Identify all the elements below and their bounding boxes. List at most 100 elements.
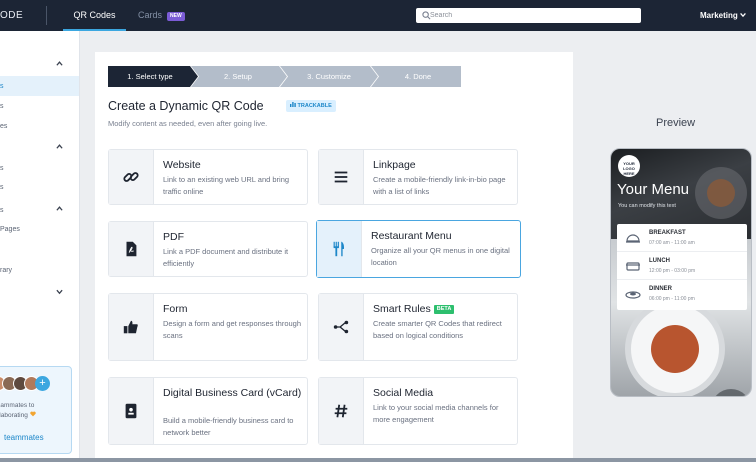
- sidebar-item[interactable]: Pages: [0, 226, 20, 233]
- tile-title: Linkpage: [373, 159, 416, 171]
- tile-linkpage[interactable]: Linkpage Create a mobile-friendly link-i…: [318, 149, 518, 205]
- menu-subtitle: You can modify this text: [618, 203, 676, 209]
- sidebar-item[interactable]: s: [0, 207, 4, 214]
- food-shape: [651, 325, 699, 373]
- tile-icon-box: [319, 150, 364, 204]
- dish-icon: [626, 262, 640, 271]
- step-customize[interactable]: 3. Customize: [284, 66, 374, 87]
- step-select-type[interactable]: 1. Select type: [108, 66, 192, 87]
- sidebar-item[interactable]: rary: [0, 267, 12, 274]
- tile-description: Link to your social media channels for m…: [373, 403, 499, 424]
- menu-list: BREAKFAST 07:00 am - 11:00 am LUNCH 12:0…: [617, 224, 747, 310]
- menu-item-breakfast[interactable]: BREAKFAST 07:00 am - 11:00 am: [617, 224, 747, 252]
- meal-name: BREAKFAST: [649, 230, 686, 236]
- tile-icon-box: [317, 221, 362, 277]
- page-subtitle: Modify content as needed, even after goi…: [108, 119, 268, 128]
- link-icon: [123, 172, 139, 182]
- tile-description: Create smarter QR Codes that redirect ba…: [373, 319, 502, 340]
- glass-shape: [711, 389, 751, 396]
- sidebar-item[interactable]: s: [0, 103, 4, 110]
- dish-icon: [626, 234, 640, 243]
- step-done[interactable]: 4. Done: [375, 66, 461, 87]
- sidebar-item-active[interactable]: [0, 76, 79, 96]
- bottom-edge: [0, 458, 756, 462]
- tile-pdf[interactable]: PDF Link a PDF document and distribute i…: [108, 221, 308, 277]
- tile-title: Restaurant Menu: [371, 230, 452, 242]
- chevron-up-icon[interactable]: [55, 143, 64, 150]
- nav-cards[interactable]: Cards: [138, 10, 162, 20]
- tile-icon-box: [319, 294, 364, 360]
- invite-teammates-card: + r teammates to collaborating teammates: [0, 366, 72, 454]
- step-setup[interactable]: 2. Setup: [194, 66, 282, 87]
- id-card-icon: [125, 403, 137, 419]
- create-qr-panel: 1. Select type 2. Setup 3. Customize 4. …: [95, 52, 573, 462]
- invite-description: r teammates to collaborating: [0, 401, 71, 421]
- food-shape: [707, 179, 735, 207]
- branch-icon: [333, 320, 349, 334]
- tile-title: Social Media: [373, 387, 434, 399]
- beta-badge: BETA: [433, 305, 455, 314]
- sidebar-item[interactable]: s: [0, 165, 4, 172]
- tile-title-text: Smart Rules: [373, 303, 431, 315]
- invite-line: r teammates to: [0, 402, 35, 409]
- trackable-badge: TRACKABLE: [286, 100, 336, 112]
- tile-description: Organize all your QR menus in one digita…: [371, 246, 510, 267]
- meal-time: 07:00 am - 11:00 am: [649, 240, 695, 246]
- tile-title: PDF: [163, 231, 184, 243]
- tile-icon-box: [109, 378, 154, 444]
- search-input[interactable]: [430, 8, 630, 23]
- pdf-icon: [126, 241, 137, 257]
- new-badge: NEW: [167, 12, 185, 21]
- tile-icon-box: [109, 294, 154, 360]
- dish-icon: [625, 291, 641, 299]
- tile-description: Design a form and get responses through …: [163, 319, 301, 340]
- invite-teammates-link[interactable]: teammates: [4, 433, 44, 442]
- search-box[interactable]: [416, 8, 641, 23]
- add-teammate-button[interactable]: +: [35, 376, 50, 391]
- menu-title: Your Menu: [617, 181, 689, 198]
- chevron-up-icon[interactable]: [55, 60, 64, 67]
- utensils-icon: [333, 241, 345, 257]
- tile-restaurant-menu[interactable]: Restaurant Menu Organize all your QR men…: [316, 220, 521, 278]
- preview-title: Preview: [656, 117, 696, 129]
- brand-logo[interactable]: ODE: [0, 10, 23, 21]
- tile-title: Smart Rules BETA: [373, 303, 455, 315]
- sidebar: s s es s s s Pages rary + r teammates to…: [0, 31, 80, 462]
- hashtag-icon: [334, 404, 348, 418]
- tile-vcard[interactable]: Digital Business Card (vCard) Build a mo…: [108, 377, 308, 445]
- tile-title: Form: [163, 303, 188, 315]
- meal-name: LUNCH: [649, 258, 670, 264]
- menu-item-dinner[interactable]: DINNER 06:00 pm - 11:00 pm: [617, 280, 747, 308]
- sidebar-item[interactable]: s: [0, 184, 4, 191]
- tile-website[interactable]: Website Link to an existing web URL and …: [108, 149, 308, 205]
- sidebar-item[interactable]: s: [0, 83, 4, 90]
- meal-name: DINNER: [649, 286, 673, 292]
- menu-item-lunch[interactable]: LUNCH 12:00 pm - 03:00 pm: [617, 252, 747, 280]
- workspace-selector[interactable]: Marketing: [700, 11, 738, 20]
- topbar-divider: [46, 6, 47, 25]
- tile-description: Create a mobile-friendly link-in-bio pag…: [373, 175, 506, 196]
- heart-icon: [29, 411, 36, 417]
- invite-line: collaborating: [0, 412, 28, 419]
- sidebar-item[interactable]: es: [0, 123, 7, 130]
- tile-description: Link to an existing web URL and bring tr…: [163, 175, 290, 196]
- chevron-up-icon[interactable]: [55, 205, 64, 212]
- tile-description: Link a PDF document and distribute it ef…: [163, 247, 289, 268]
- page-title: Create a Dynamic QR Code: [108, 99, 264, 113]
- tile-smart-rules[interactable]: Smart Rules BETA Create smarter QR Codes …: [318, 293, 518, 361]
- chevron-down-icon[interactable]: [739, 11, 747, 19]
- trackable-label: TRACKABLE: [297, 103, 332, 109]
- chevron-down-icon[interactable]: [55, 288, 64, 295]
- list-icon: [334, 171, 348, 183]
- tile-social-media[interactable]: Social Media Link to your social media c…: [318, 377, 518, 445]
- logo-placeholder: YOUR LOGO HERE: [618, 155, 640, 177]
- meal-time: 12:00 pm - 03:00 pm: [649, 268, 696, 274]
- tile-title: Website: [163, 159, 201, 171]
- phone-preview: YOUR LOGO HERE Your Menu You can modify …: [610, 148, 752, 397]
- tile-form[interactable]: Form Design a form and get responses thr…: [108, 293, 308, 361]
- nav-qr-codes[interactable]: QR Codes: [63, 0, 126, 31]
- chart-icon: [290, 102, 296, 107]
- tile-icon-box: [109, 150, 154, 204]
- tile-title: Digital Business Card (vCard): [163, 387, 302, 399]
- tile-description: Build a mobile-friendly business card to…: [163, 416, 294, 437]
